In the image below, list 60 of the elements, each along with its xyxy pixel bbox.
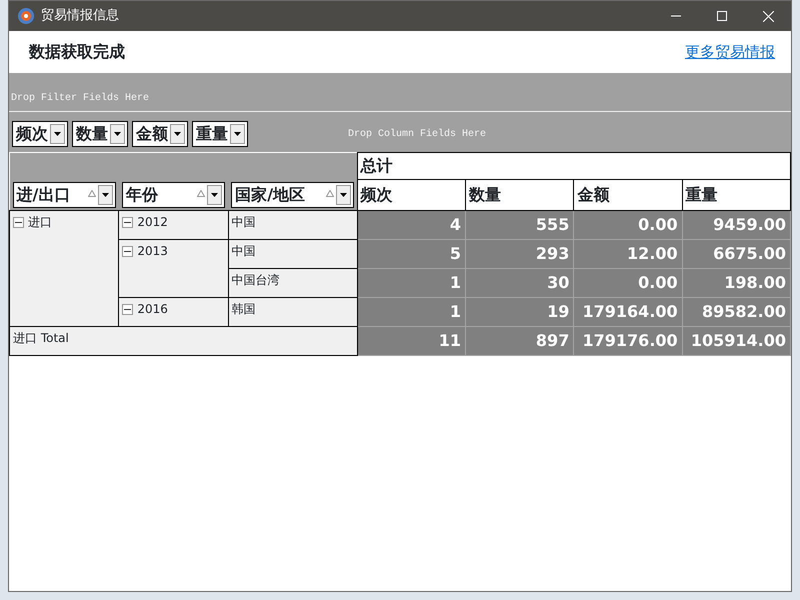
value-cell: 19 <box>466 297 574 326</box>
value-cell: 30 <box>466 268 574 297</box>
value-cell: 179176.00 <box>574 326 682 355</box>
row-header-cell: 进口 <box>10 210 119 326</box>
more-link[interactable]: 更多贸易情报 <box>685 40 775 64</box>
dropdown-icon <box>230 124 245 144</box>
value-cell: 105914.00 <box>682 326 790 355</box>
field-button[interactable]: 频次 <box>12 121 68 147</box>
column-header: 数量 <box>466 180 574 210</box>
dropdown-icon <box>110 124 125 144</box>
value-cell: 897 <box>466 326 574 355</box>
value-cell: 555 <box>466 210 574 239</box>
row-header-cell: 中国台湾 <box>228 268 358 297</box>
dropdown-icon <box>98 184 113 204</box>
filter-drop-hint: Drop Filter Fields Here <box>11 93 150 104</box>
dropdown-icon <box>207 184 222 204</box>
value-cell: 0.00 <box>574 268 682 297</box>
row-header-cell: 韩国 <box>228 297 358 326</box>
value-cell: 1 <box>357 297 466 326</box>
field-button[interactable]: 年份 <box>122 182 226 208</box>
value-cell: 0.00 <box>574 210 682 239</box>
field-button[interactable]: 重量 <box>192 121 248 147</box>
expand-toggle-icon[interactable] <box>122 304 134 315</box>
field-button[interactable]: 进/出口 <box>12 182 116 208</box>
maximize-icon <box>717 11 727 21</box>
field-button[interactable]: 国家/地区 <box>231 182 354 208</box>
row-header-cell: 2012 <box>118 210 228 239</box>
close-icon <box>762 10 774 22</box>
window-title: 贸易情报信息 <box>41 7 119 26</box>
dropdown-icon <box>50 124 65 144</box>
column-header: 频次 <box>357 180 466 210</box>
row-header-cell: 中国 <box>228 210 358 239</box>
value-cell: 12.00 <box>574 239 682 268</box>
total-row-header: 进口 Total <box>10 326 358 355</box>
status-text: 数据获取完成 <box>28 41 125 63</box>
column-header: 金额 <box>574 180 682 210</box>
value-cell: 179164.00 <box>574 297 682 326</box>
app-icon <box>17 7 35 25</box>
field-button[interactable]: 金额 <box>132 121 188 147</box>
value-cell: 4 <box>357 210 466 239</box>
row-header-cell: 2013 <box>118 239 228 297</box>
value-cell: 5 <box>357 239 466 268</box>
value-cell: 89582.00 <box>682 297 790 326</box>
field-button[interactable]: 数量 <box>72 121 128 147</box>
expand-toggle-icon[interactable] <box>122 216 134 228</box>
value-cell: 1 <box>357 268 466 297</box>
dropdown-icon <box>170 124 185 144</box>
value-cell: 11 <box>357 326 466 355</box>
row-header-cell: 中国 <box>228 239 358 268</box>
expand-toggle-icon[interactable] <box>13 216 24 228</box>
value-cell: 9459.00 <box>682 210 790 239</box>
column-header: 总计 <box>357 152 790 180</box>
column-drop-hint: Drop Column Fields Here <box>348 128 486 142</box>
row-header-cell: 2016 <box>118 297 228 326</box>
value-cell: 6675.00 <box>682 239 790 268</box>
value-cell: 198.00 <box>682 268 790 297</box>
expand-toggle-icon[interactable] <box>122 246 134 257</box>
dropdown-icon <box>336 184 351 204</box>
column-header: 重量 <box>682 180 790 210</box>
value-cell: 293 <box>466 239 574 268</box>
